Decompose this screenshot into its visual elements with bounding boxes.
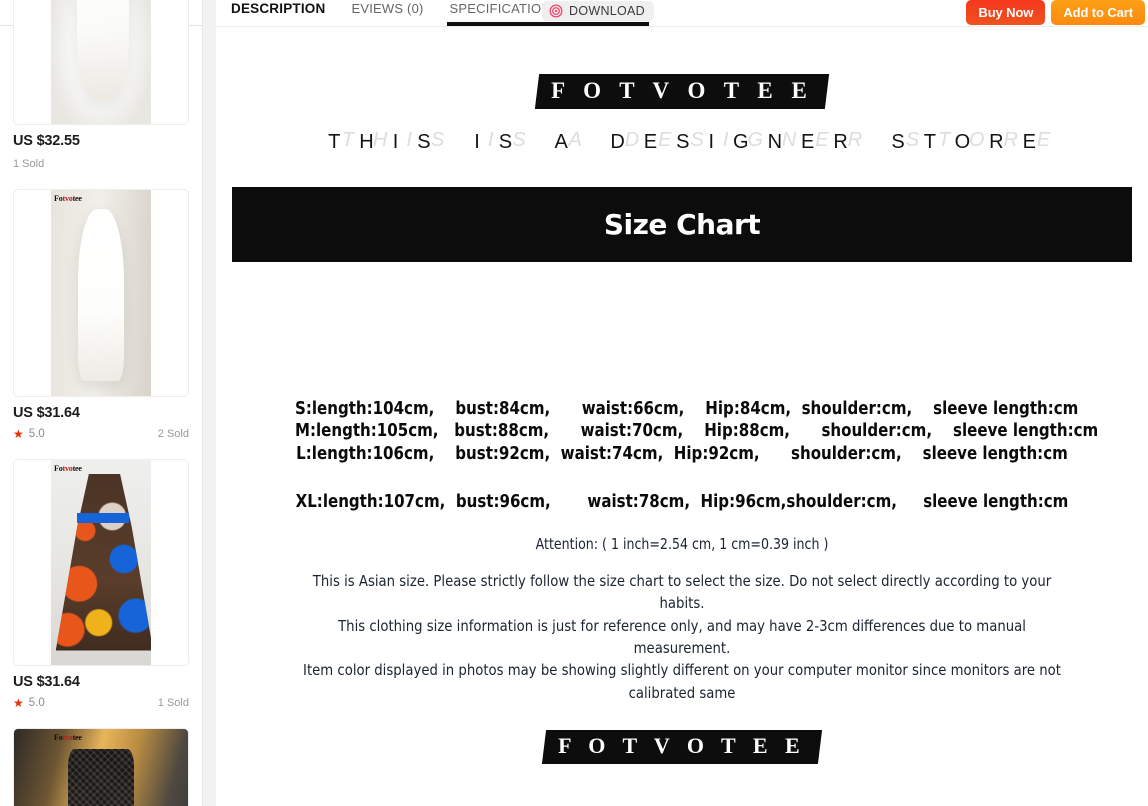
product-detail-page: Korean Stylish Store Fotvotee US $32.55 … <box>0 0 1148 806</box>
image-gutter-right <box>151 190 188 396</box>
sold-count: 1 Sold <box>13 158 45 171</box>
image-gutter-right <box>151 459 188 665</box>
list-item[interactable]: Fotvotee US $31.64 ★ 5.0 2 Sold <box>13 189 189 440</box>
buy-now-button[interactable]: Buy Now <box>966 0 1046 25</box>
image-gutter-left <box>14 190 51 396</box>
tab-reviews[interactable]: EVIEWS (0) <box>351 0 423 16</box>
product-thumbnail[interactable]: Fotvotee <box>13 189 189 397</box>
size-row-m: M:length:105cm, bust:88cm, waist:70cm, H… <box>295 421 1099 442</box>
related-products-sidebar: Korean Stylish Store Fotvotee US $32.55 … <box>0 0 203 806</box>
attention-note: Attention: ( 1 inch=2.54 cm, 1 cm=0.39 i… <box>535 534 829 553</box>
rating-value: 5.0 <box>28 427 45 440</box>
list-item[interactable]: Fotvotee <box>13 727 189 806</box>
brand-logo-bottom-wrap: F O T V O T E E <box>232 730 1132 765</box>
main-content: DESCRIPTION EVIEWS (0) SPECIFICATIONS DO… <box>216 0 1148 806</box>
brand-watermark: Fotvotee <box>54 194 82 204</box>
tagline-wrap: THIS IS A DESIGNER STORE THIS IS A DESIG… <box>232 129 1132 175</box>
list-item[interactable]: Fotvotee US $32.55 1 Sold <box>13 0 189 171</box>
image-gutter-left <box>14 0 51 125</box>
size-chart-title: Size Chart <box>603 208 761 241</box>
product-thumbnail[interactable]: Fotvotee <box>13 458 189 666</box>
rating-value: 5.0 <box>28 696 45 709</box>
brand-watermark: Fotvotee <box>54 732 82 742</box>
product-thumbnail[interactable]: Fotvotee <box>13 0 189 126</box>
product-price: US $31.64 <box>13 673 80 690</box>
star-icon: ★ <box>13 426 24 441</box>
product-thumbnail[interactable]: Fotvotee <box>13 727 189 806</box>
product-price: US $31.64 <box>13 404 80 421</box>
download-button[interactable]: DOWNLOAD <box>542 1 655 21</box>
star-icon: ★ <box>13 695 24 710</box>
product-rating: ★ 5.0 <box>13 428 45 440</box>
brand-logo-bottom: F O T V O T E E <box>542 730 822 765</box>
image-gutter-right <box>151 0 188 125</box>
purchase-actions: Buy Now Add to Cart <box>966 0 1148 25</box>
product-meta: 1 Sold <box>13 157 189 171</box>
size-row-xl: XL:length:107cm, bust:96cm, waist:78cm, … <box>295 492 1069 513</box>
product-price: US $32.55 <box>13 133 80 150</box>
brand-logo-text: F O T V O T E E <box>558 733 806 759</box>
note-color-disclaimer: Item color displayed in photos may be sh… <box>303 661 1061 702</box>
description-panel: F O T V O T E E THIS IS A DESIGNER STORE… <box>216 28 1148 806</box>
size-specifications: S:length:104cm, bust:84cm, waist:66cm, H… <box>232 398 1132 514</box>
add-to-cart-button[interactable]: Add to Cart <box>1051 0 1145 25</box>
note-asian-size: This is Asian size. Please strictly foll… <box>312 571 1052 613</box>
brand-logo-text: F O T V O T E E <box>551 78 814 103</box>
tab-description[interactable]: DESCRIPTION <box>231 0 325 16</box>
product-meta: ★ 5.0 1 Sold <box>13 696 189 710</box>
size-row-l: L:length:106cm, bust:92cm, waist:74cm, H… <box>296 443 1068 464</box>
sold-count: 2 Sold <box>157 427 189 440</box>
size-row-s: S:length:104cm, bust:84cm, waist:66cm, H… <box>295 399 1079 419</box>
tab-bar: DESCRIPTION EVIEWS (0) SPECIFICATIONS DO… <box>216 0 1148 26</box>
product-list: Fotvotee US $32.55 1 Sold Fotvotee <box>0 0 202 806</box>
tagline: THIS IS A DESIGNER STORE <box>328 131 1055 153</box>
product-rating: ★ 5.0 <box>13 697 45 709</box>
sold-count: 1 Sold <box>157 696 189 709</box>
image-gutter-left <box>14 459 51 665</box>
download-label: DOWNLOAD <box>569 4 646 18</box>
brand-watermark: Fotvotee <box>54 463 82 473</box>
product-meta: ★ 5.0 2 Sold <box>13 427 189 441</box>
column-gap <box>203 0 216 806</box>
size-chart-banner: Size Chart <box>232 187 1132 262</box>
tab-bar-divider <box>216 26 1148 27</box>
note-reference-only: This clothing size information is just f… <box>338 616 1026 657</box>
brand-logo-top-wrap: F O T V O T E E <box>232 28 1132 109</box>
list-item[interactable]: Fotvotee US $31.64 ★ 5.0 1 Sold <box>13 458 189 710</box>
record-circle-icon <box>549 4 563 18</box>
brand-logo-top: F O T V O T E E <box>534 74 830 109</box>
